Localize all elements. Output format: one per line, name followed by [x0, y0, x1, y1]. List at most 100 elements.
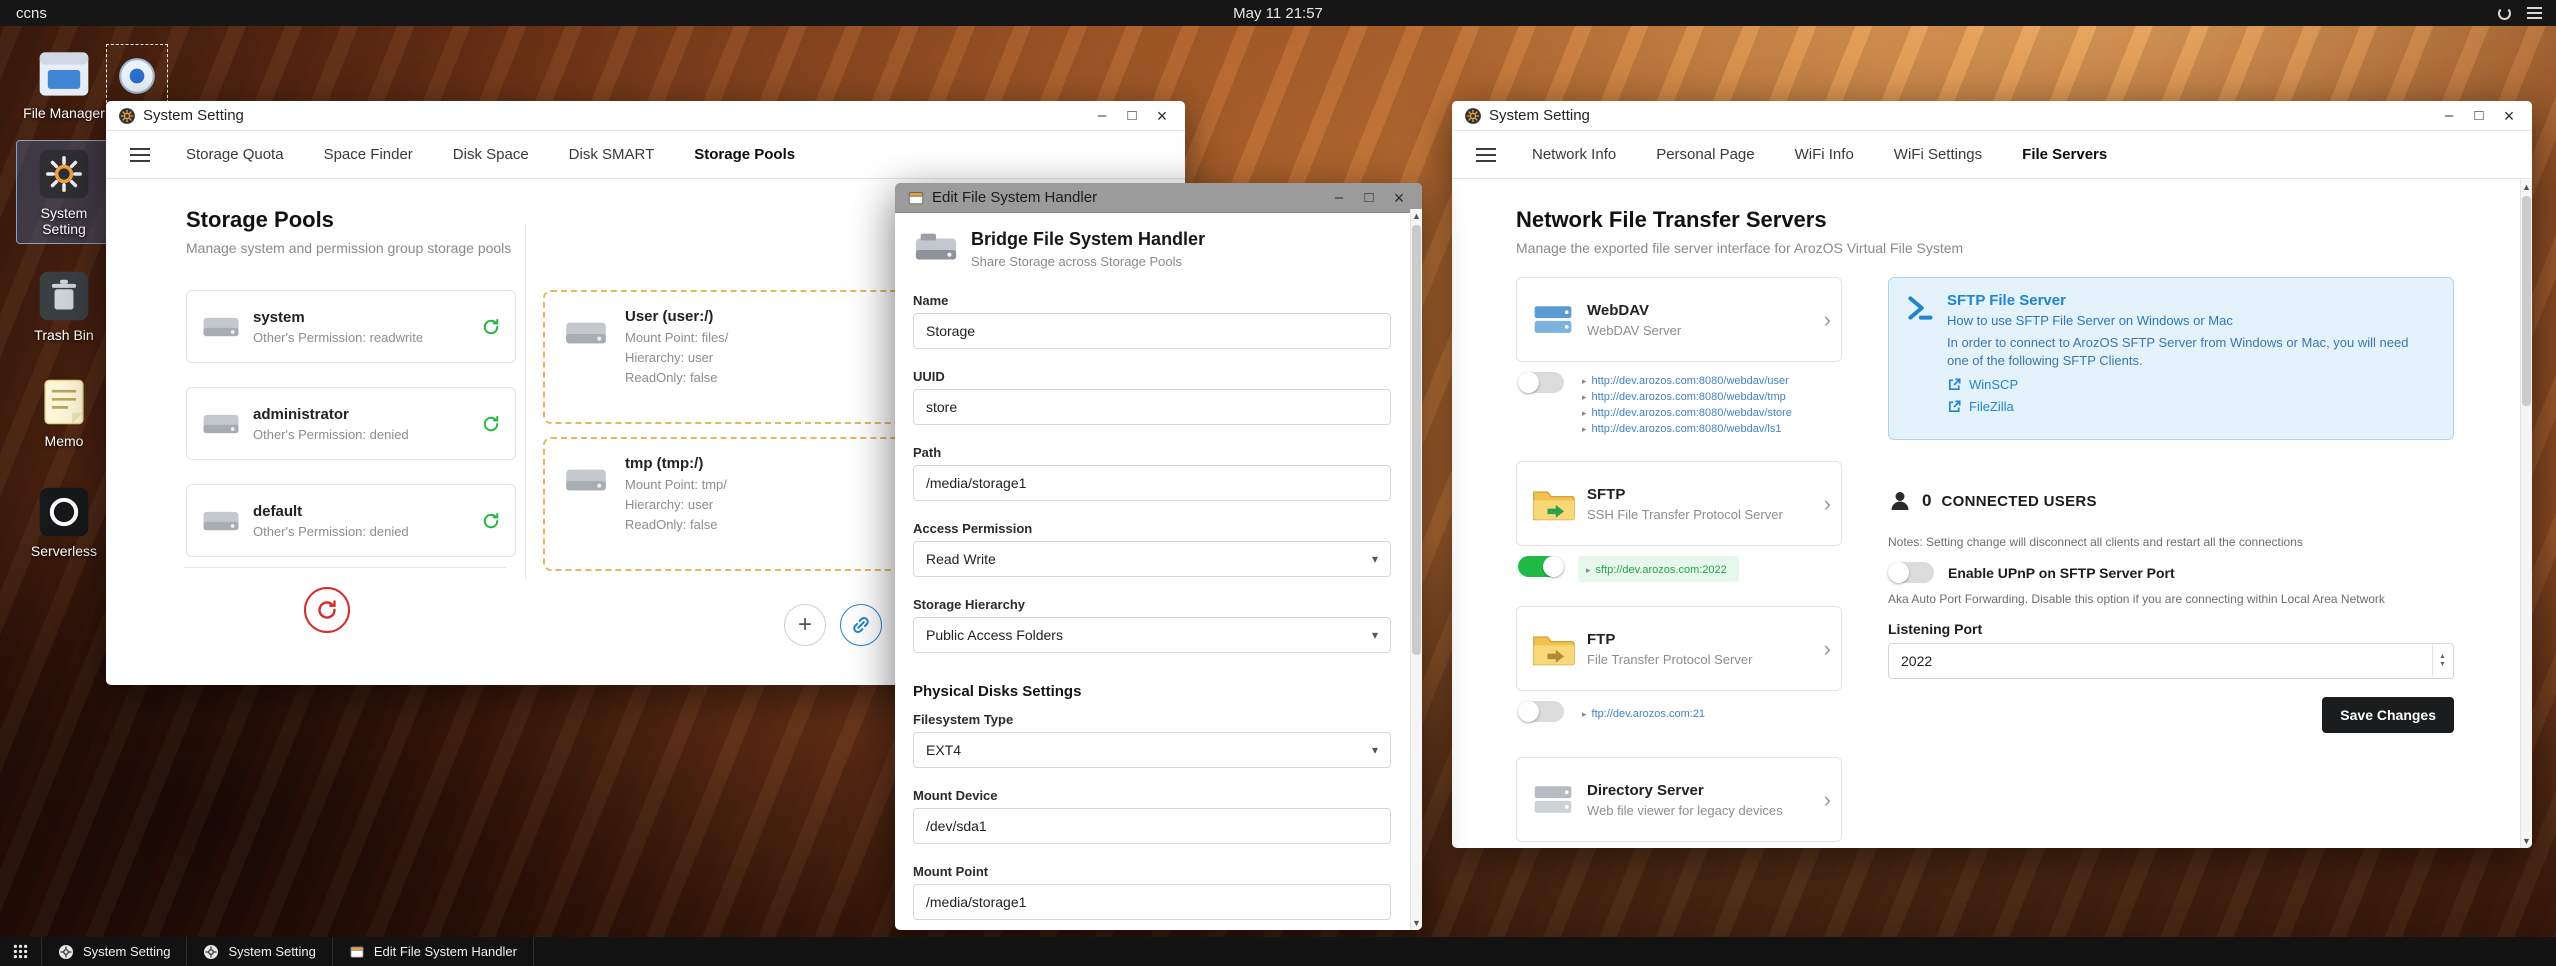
- webdav-link[interactable]: ▸ http://dev.arozos.com:8080/webdav/ls1: [1582, 421, 1792, 437]
- save-changes-button[interactable]: Save Changes: [2322, 697, 2454, 733]
- link-filezilla[interactable]: FileZilla: [1947, 399, 2417, 414]
- connected-users-label: CONNECTED USERS: [1941, 492, 2097, 510]
- pool-permission: Other's Permission: readwrite: [253, 329, 424, 345]
- pool-permission: Other's Permission: denied: [253, 426, 409, 442]
- stepper-up-icon[interactable]: ▲: [2439, 653, 2446, 661]
- listening-port-input[interactable]: [1889, 644, 2453, 678]
- number-stepper[interactable]: ▲ ▼: [2432, 645, 2452, 677]
- close-button[interactable]: ×: [1147, 101, 1177, 131]
- taskbar-separator: [532, 937, 534, 966]
- refresh-icon: [318, 600, 336, 619]
- bullet-arrow-icon: ▸: [1582, 408, 1587, 418]
- webdav-link[interactable]: ▸ http://dev.arozos.com:8080/webdav/store: [1582, 405, 1792, 421]
- minimize-button[interactable]: –: [1087, 101, 1117, 131]
- chevron-down-icon: ▾: [1371, 628, 1378, 642]
- page-title: Network File Transfer Servers: [1516, 207, 1827, 232]
- sftp-link[interactable]: ▸ sftp://dev.arozos.com:2022: [1586, 564, 1727, 576]
- maximize-button[interactable]: □: [2464, 101, 2494, 131]
- storage-hierarchy-select[interactable]: Public Access Folders ▾: [913, 617, 1391, 653]
- uuid-input[interactable]: [913, 389, 1391, 425]
- close-button[interactable]: ×: [2494, 101, 2524, 131]
- scrollbar[interactable]: ▲ ▼: [2520, 180, 2532, 848]
- tab-bar: Storage Quota Space Finder Disk Space Di…: [106, 131, 1185, 179]
- ftp-folder-icon: [1533, 635, 1575, 665]
- tab-disk-smart[interactable]: Disk SMART: [549, 131, 675, 179]
- tab-storage-quota[interactable]: Storage Quota: [166, 131, 304, 179]
- refresh-pools-button[interactable]: [304, 587, 350, 633]
- filesystem-type-label: Filesystem Type: [913, 712, 1014, 727]
- webdav-link[interactable]: ▸ http://dev.arozos.com:8080/webdav/user: [1582, 373, 1792, 389]
- tab-disk-space[interactable]: Disk Space: [433, 131, 549, 179]
- scrollbar-thumb[interactable]: [1412, 225, 1421, 655]
- filesystem-type-select[interactable]: EXT4 ▾: [913, 732, 1391, 768]
- storage-pool-card-default[interactable]: default Other's Permission: denied: [186, 484, 516, 557]
- bullet-arrow-icon: ▸: [1586, 565, 1591, 575]
- sync-icon[interactable]: [481, 511, 501, 531]
- access-permission-select[interactable]: Read Write ▾: [913, 541, 1391, 577]
- desktop-icon-system-setting[interactable]: System Setting: [16, 140, 112, 244]
- title-bar[interactable]: System Setting – □ ×: [1452, 101, 2532, 131]
- mount-device-input[interactable]: [913, 808, 1391, 844]
- taskbar-item-edit-fs-handler[interactable]: Edit File System Handler: [333, 937, 533, 966]
- sync-icon[interactable]: [481, 414, 501, 434]
- server-card-directory[interactable]: Directory Server Web file viewer for leg…: [1516, 757, 1842, 842]
- bullet-arrow-icon: ▸: [1582, 392, 1587, 402]
- add-mount-button[interactable]: +: [784, 604, 826, 646]
- tab-storage-pools[interactable]: Storage Pools: [674, 131, 815, 179]
- desktop-icon-serverless[interactable]: Serverless: [16, 478, 112, 566]
- file-manager-icon: [39, 52, 89, 96]
- stepper-down-icon[interactable]: ▼: [2439, 661, 2446, 669]
- upnp-description: Aka Auto Port Forwarding. Disable this o…: [1888, 592, 2385, 606]
- storage-pool-card-system[interactable]: system Other's Permission: readwrite: [186, 290, 516, 363]
- sftp-toggle[interactable]: [1518, 556, 1564, 577]
- ftp-toggle[interactable]: [1518, 701, 1564, 722]
- scroll-down-icon[interactable]: ▼: [2521, 836, 2532, 846]
- scroll-up-icon[interactable]: ▲: [1411, 211, 1422, 221]
- scroll-up-icon[interactable]: ▲: [2521, 182, 2532, 192]
- tab-network-info[interactable]: Network Info: [1512, 131, 1636, 179]
- desktop-shortcut-selected[interactable]: [106, 44, 168, 108]
- maximize-button[interactable]: □: [1117, 101, 1147, 131]
- desktop-icon-memo[interactable]: Memo: [16, 368, 112, 456]
- link-winscp[interactable]: WinSCP: [1947, 377, 2417, 392]
- ftp-link[interactable]: ▸ ftp://dev.arozos.com:21: [1582, 708, 1705, 720]
- window-edit-fs-handler: Edit File System Handler – □ × Bridge Fi…: [895, 183, 1422, 930]
- taskbar-item-system-setting-2[interactable]: System Setting: [187, 937, 331, 966]
- server-desc: WebDAV Server: [1587, 322, 1682, 338]
- name-input[interactable]: [913, 313, 1391, 349]
- launcher-button[interactable]: [0, 937, 41, 966]
- scrollbar[interactable]: ▲ ▼: [1410, 209, 1422, 930]
- external-link-icon: [1948, 400, 1961, 413]
- storage-pool-card-administrator[interactable]: administrator Other's Permission: denied: [186, 387, 516, 460]
- chevron-down-icon: ▾: [1371, 552, 1378, 566]
- topbar-menu-icon[interactable]: [2527, 4, 2542, 22]
- upnp-toggle[interactable]: [1888, 562, 1934, 583]
- sync-icon[interactable]: [481, 317, 501, 337]
- server-card-ftp[interactable]: FTP File Transfer Protocol Server ›: [1516, 606, 1842, 691]
- server-card-webdav[interactable]: WebDAV WebDAV Server ›: [1516, 277, 1842, 362]
- webdav-toggle[interactable]: [1518, 372, 1564, 393]
- tab-wifi-info[interactable]: WiFi Info: [1775, 131, 1874, 179]
- pool-list-divider: [184, 567, 506, 568]
- title-bar[interactable]: System Setting – □ ×: [106, 101, 1185, 131]
- scrollbar-thumb[interactable]: [2522, 196, 2531, 406]
- gear-icon: [1465, 107, 1481, 124]
- scroll-down-icon[interactable]: ▼: [1411, 918, 1422, 928]
- mount-device-label: Mount Device: [913, 788, 998, 803]
- menu-icon[interactable]: [1476, 144, 1496, 166]
- taskbar-item-system-setting-1[interactable]: System Setting: [42, 937, 186, 966]
- mount-point: Mount Point: files/: [625, 330, 729, 345]
- tab-personal-page[interactable]: Personal Page: [1636, 131, 1774, 179]
- desktop-icon-file-manager[interactable]: File Manager: [16, 40, 112, 128]
- mount-point-input[interactable]: [913, 884, 1391, 920]
- bridge-link-button[interactable]: [840, 604, 882, 646]
- path-input[interactable]: [913, 465, 1391, 501]
- tab-space-finder[interactable]: Space Finder: [304, 131, 433, 179]
- minimize-button[interactable]: –: [2434, 101, 2464, 131]
- tab-file-servers[interactable]: File Servers: [2002, 131, 2127, 179]
- webdav-link[interactable]: ▸ http://dev.arozos.com:8080/webdav/tmp: [1582, 389, 1792, 405]
- tab-wifi-settings[interactable]: WiFi Settings: [1874, 131, 2002, 179]
- server-card-sftp[interactable]: SFTP SSH File Transfer Protocol Server ›: [1516, 461, 1842, 546]
- menu-icon[interactable]: [130, 144, 150, 166]
- desktop-icon-trash-bin[interactable]: Trash Bin: [16, 262, 112, 350]
